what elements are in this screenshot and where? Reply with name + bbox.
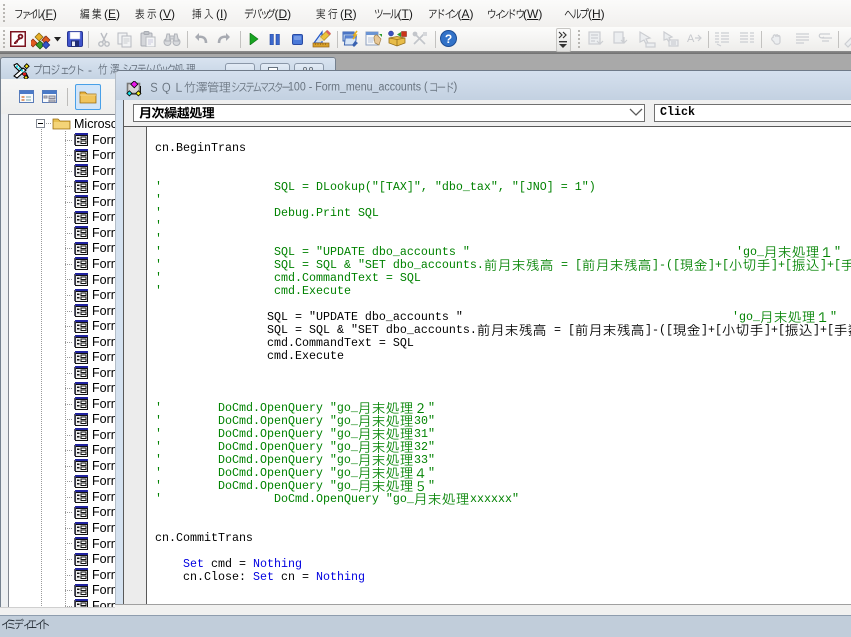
svg-text:?: ? — [445, 32, 452, 46]
svg-text:A: A — [687, 33, 695, 45]
